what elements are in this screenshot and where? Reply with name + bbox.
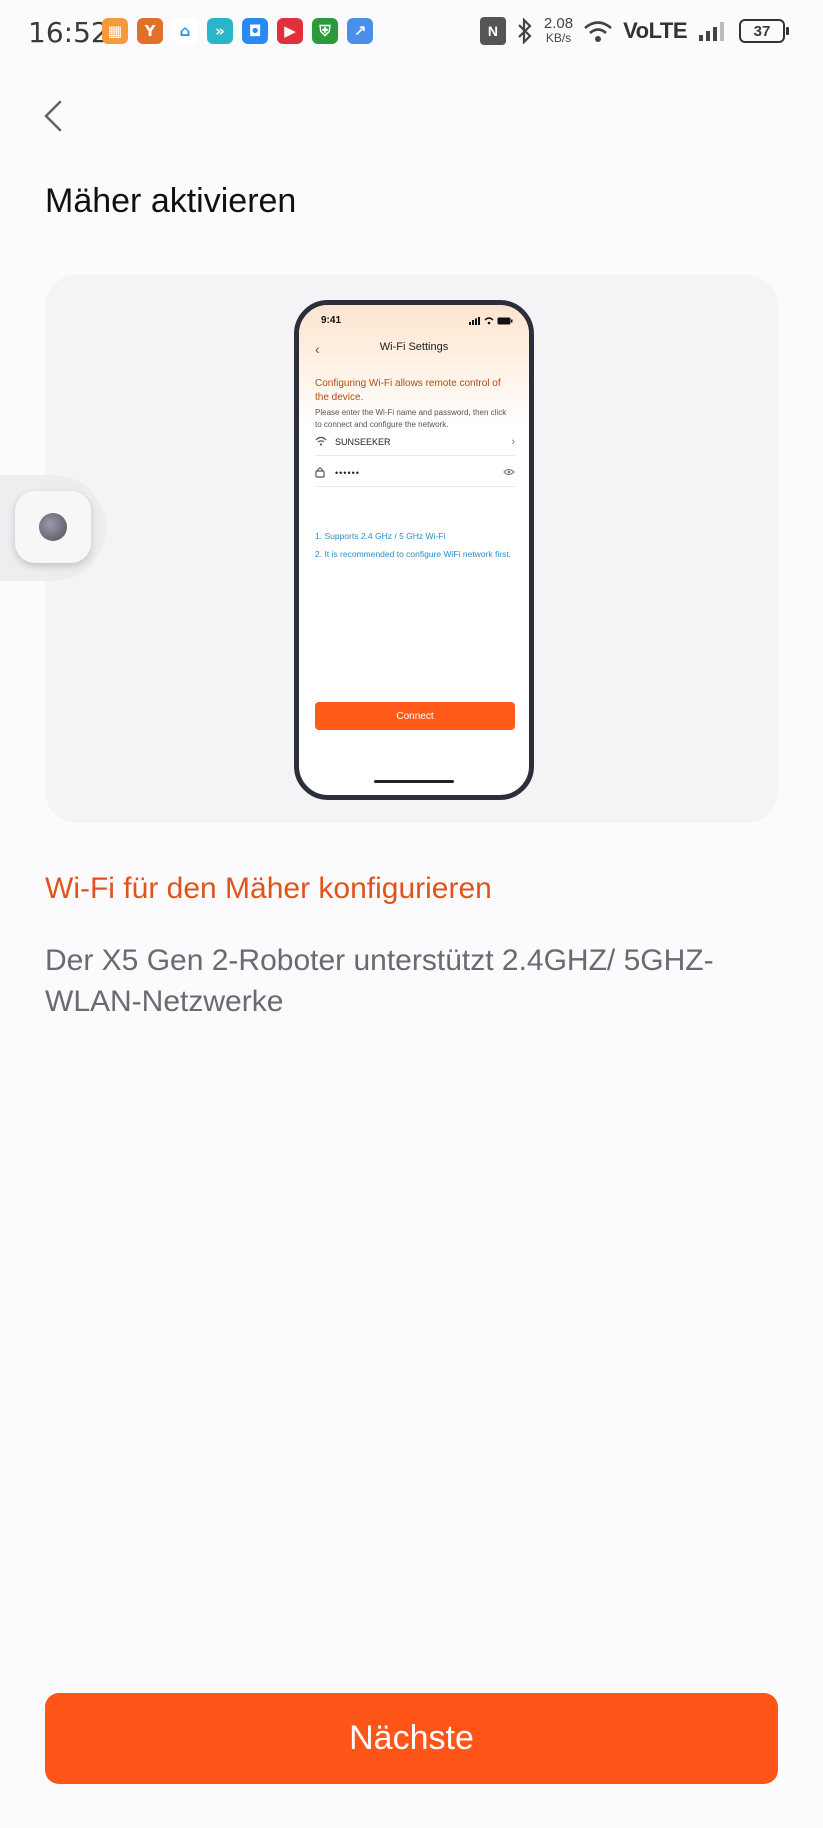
phone-note-1: 1. Supports 2.4 GHz / 5 GHz Wi-Fi — [315, 531, 446, 541]
phone-illustration: 9:41 ‹ Wi-Fi Settings Configuring Wi-Fi … — [294, 300, 534, 800]
network-type: VoLTE — [623, 18, 687, 43]
phone-eye-icon — [503, 467, 515, 479]
clock: 16:52 — [28, 16, 109, 49]
section-subtitle: Wi-Fi für den Mäher konfigurieren — [45, 872, 492, 905]
phone-note-2: 2. It is recommended to configure WiFi n… — [315, 549, 512, 559]
floating-ball-button[interactable] — [15, 491, 91, 563]
section-description: Der X5 Gen 2-Roboter unterstützt 2.4GHZ/… — [45, 944, 714, 1018]
phone-connect-button: Connect — [315, 702, 515, 730]
shield-app-icon: ◘ — [242, 18, 268, 44]
phone-description: Please enter the Wi-Fi name and password… — [315, 408, 507, 429]
net-speed-unit: KB/s — [545, 31, 572, 45]
nfc-icon: N — [479, 17, 506, 45]
floating-ball-icon — [39, 513, 67, 541]
next-button[interactable]: Nächste — [45, 1693, 778, 1784]
play-app-icon: ▶ — [277, 18, 303, 44]
bluetooth-icon — [518, 18, 532, 44]
phone-time: 9:41 — [321, 315, 342, 326]
net-speed: 2.08 KB/s — [544, 16, 573, 46]
phone-home-indicator — [374, 780, 454, 783]
arrow-app-icon: » — [207, 18, 233, 44]
phone-wifi-name: SUNSEEKER — [335, 437, 391, 447]
phone-password-row: •••••• — [315, 460, 515, 487]
back-arrow-icon[interactable] — [36, 96, 72, 136]
phone-battery-icon — [497, 317, 513, 325]
fox-app-icon: Y — [137, 18, 163, 44]
net-speed-value: 2.08 — [543, 15, 574, 32]
trend-app-icon: ↗ — [347, 18, 373, 44]
battery-icon: 37 — [739, 19, 789, 43]
wifi-icon — [584, 21, 612, 42]
phone-chevron-right-icon: › — [511, 436, 515, 448]
phone-notes: 1. Supports 2.4 GHz / 5 GHz Wi-Fi 2. It … — [315, 530, 515, 566]
phone-signal-icon — [469, 317, 480, 325]
grid-app-icon: ▦ — [102, 18, 128, 44]
phone-status-icons — [469, 317, 513, 325]
status-bar: 16:52 ▦ Y ⌂ » ◘ ▶ ⛨ ↗ N 2.08 KB/s VoLTE — [0, 0, 823, 68]
illustration-card: 9:41 ‹ Wi-Fi Settings Configuring Wi-Fi … — [45, 275, 778, 823]
battery-level: 37 — [753, 22, 771, 40]
phone-heading: Configuring Wi-Fi allows remote control … — [315, 378, 501, 403]
phone-password: •••••• — [335, 468, 360, 478]
signal-icon — [699, 22, 724, 41]
phone-wifi-icon — [484, 317, 494, 325]
home-app-icon: ⌂ — [172, 18, 198, 44]
phone-screen-title: Wi-Fi Settings — [379, 341, 449, 353]
phone-wifi-row-icon — [315, 436, 335, 449]
security-app-icon: ⛨ — [312, 18, 338, 44]
notification-icons: ▦ Y ⌂ » ◘ ▶ ⛨ ↗ — [102, 18, 373, 44]
page-title: Mäher aktivieren — [45, 182, 297, 220]
floating-assistant[interactable] — [0, 475, 106, 581]
phone-lock-icon — [315, 466, 335, 481]
phone-wifi-row: SUNSEEKER › — [315, 429, 515, 456]
